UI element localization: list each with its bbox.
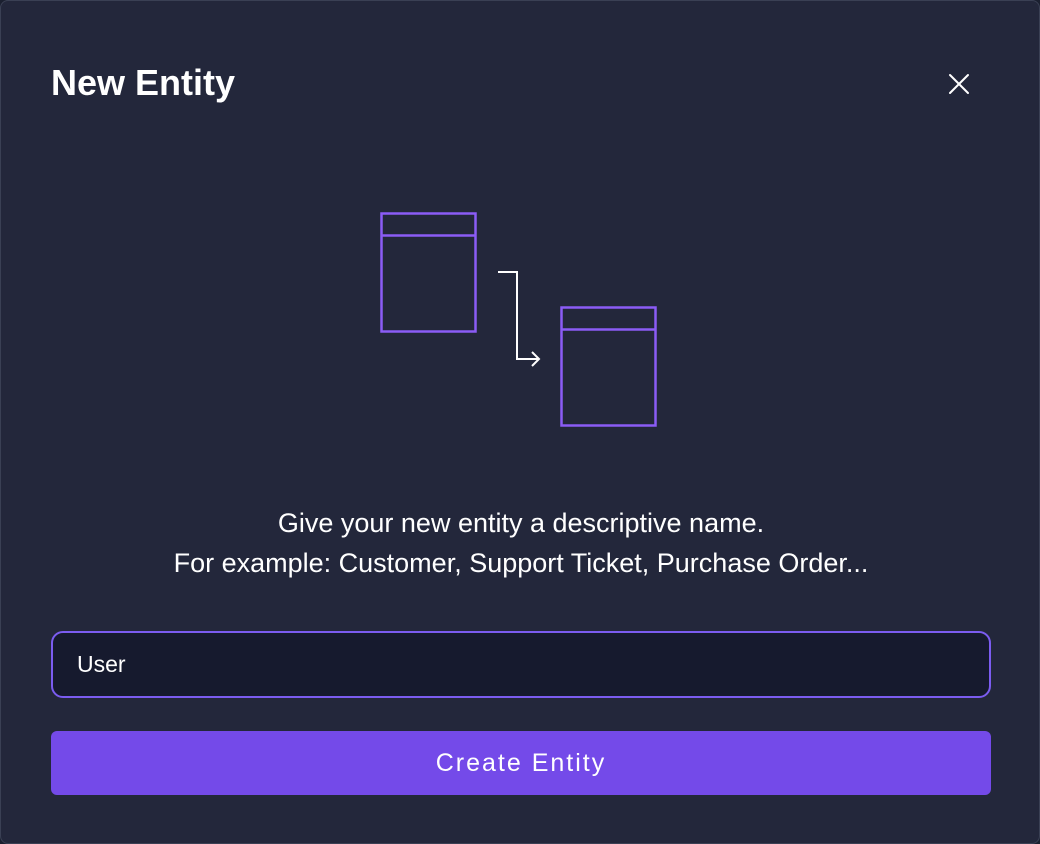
source-entity-icon: [380, 212, 477, 333]
close-button[interactable]: [937, 62, 981, 106]
entity-relation-illustration: [380, 212, 657, 427]
close-icon: [949, 74, 969, 94]
target-entity-icon: [560, 306, 657, 427]
description-line-1: Give your new entity a descriptive name.: [277, 508, 765, 538]
entity-name-input[interactable]: [51, 631, 991, 698]
dialog-description: Give your new entity a descriptive name.…: [51, 503, 991, 583]
dialog-title: New Entity: [51, 62, 236, 103]
relation-arrow-icon: [498, 271, 541, 367]
description-line-2: For example: Customer, Support Ticket, P…: [173, 548, 869, 578]
create-entity-button[interactable]: Create Entity: [51, 731, 991, 795]
new-entity-dialog: New Entity Give your new entity a descri…: [0, 0, 1040, 844]
